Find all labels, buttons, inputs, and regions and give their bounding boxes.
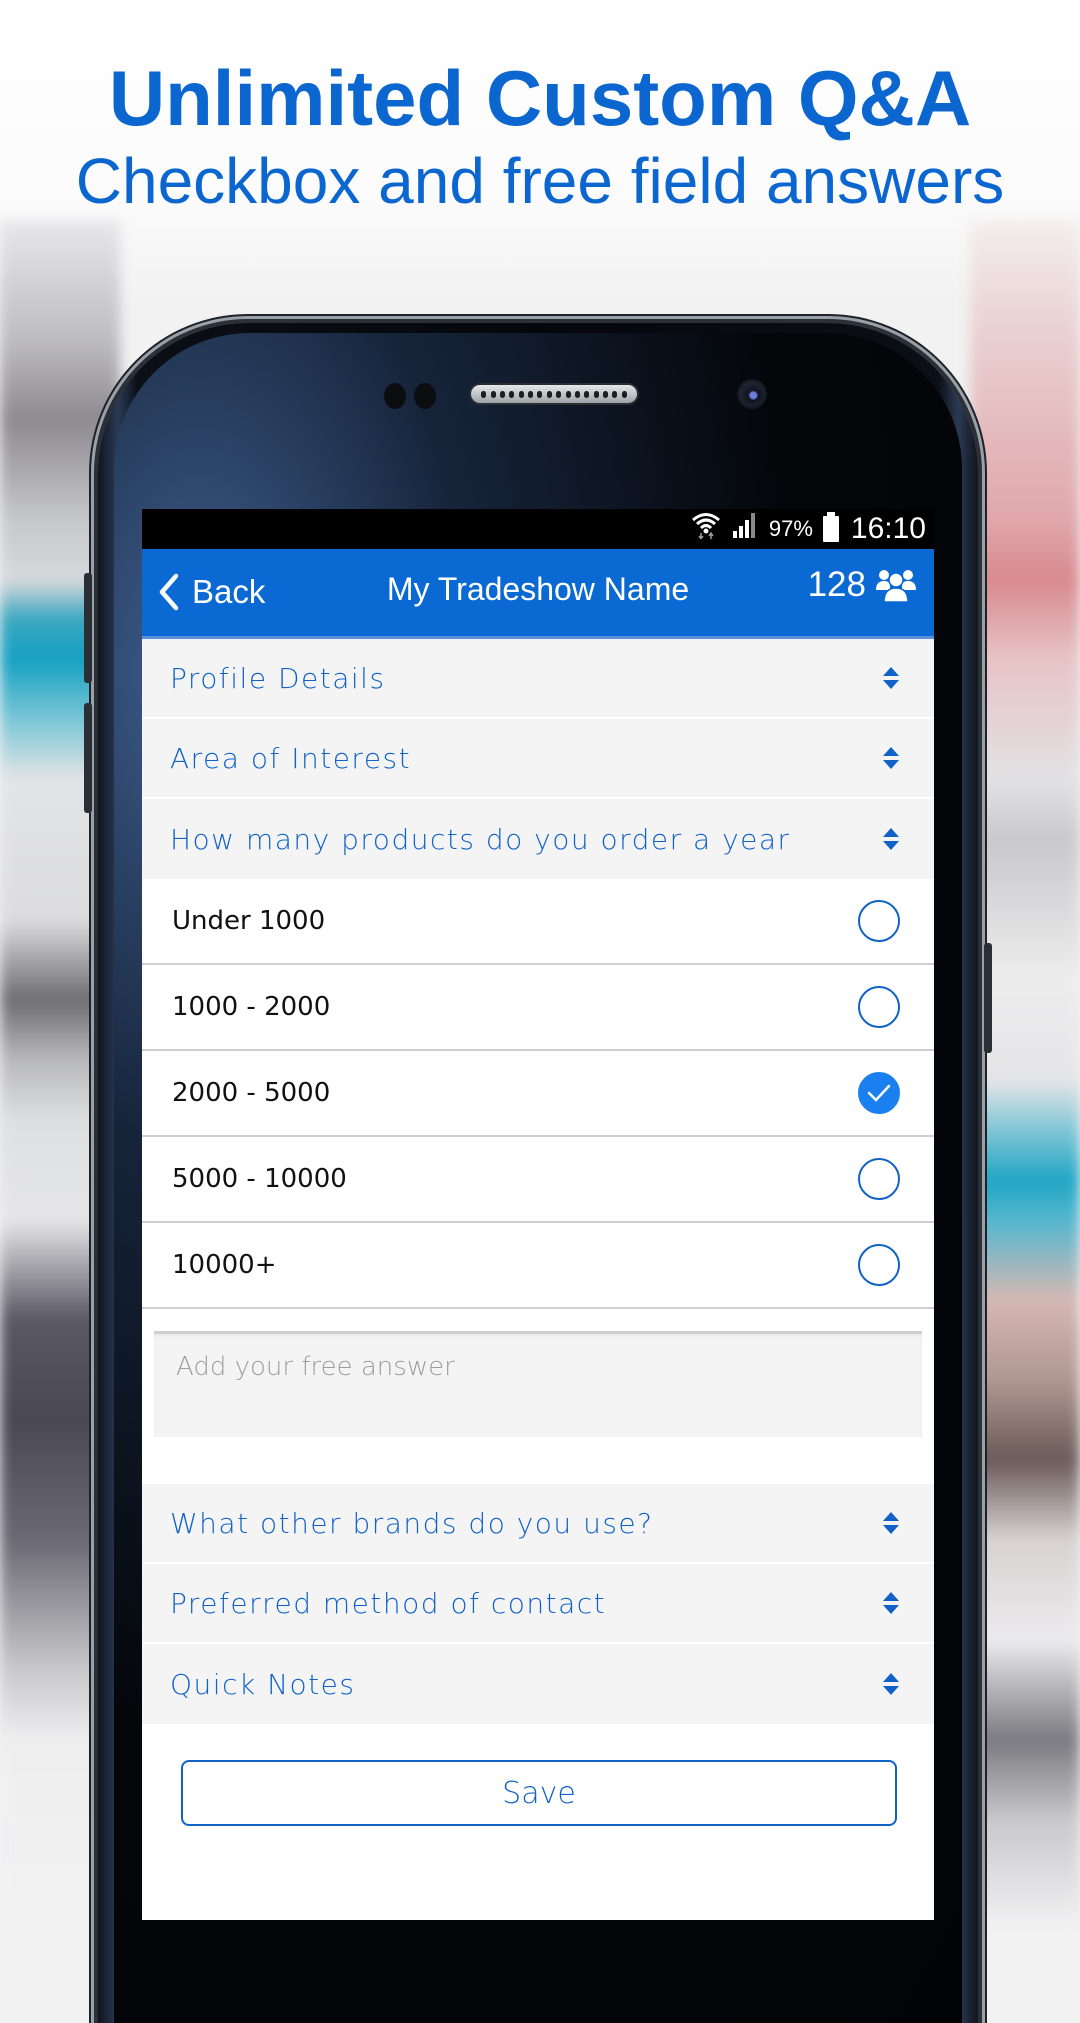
battery-icon [822,512,839,542]
sort-icon [883,1512,899,1534]
free-answer-input[interactable] [154,1331,922,1437]
front-camera [739,381,765,407]
sort-icon [883,667,899,689]
sections-top: Profile Details Area of Interest How man… [142,639,934,879]
section-products-per-year[interactable]: How many products do you order a year [142,799,934,879]
sort-icon [883,1673,899,1695]
option-row[interactable]: 10000+ [142,1223,934,1309]
option-label: 5000 - 10000 [172,1164,347,1194]
signal-icon [731,511,759,547]
headline-subtitle: Checkbox and free field answers [75,145,1005,217]
section-label: Quick Notes [170,1667,356,1701]
option-row[interactable]: Under 1000 [142,879,934,965]
section-label: What other brands do you use? [170,1506,654,1540]
light-sensor [414,383,436,409]
section-label: Preferred method of contact [170,1586,607,1620]
section-quick-notes[interactable]: Quick Notes [142,1644,934,1724]
wifi-icon [691,511,721,547]
volume-down-button [84,703,92,813]
battery-percent: 97% [768,516,813,541]
save-container: Save [142,1724,934,1826]
sections-bottom: What other brands do you use? Preferred … [142,1484,934,1724]
section-contact-method[interactable]: Preferred method of contact [142,1564,934,1644]
option-label: 1000 - 2000 [172,992,331,1022]
sort-icon [883,1592,899,1614]
option-label: 10000+ [172,1250,277,1280]
status-time: 16:10 [850,512,926,545]
headline-title: Unlimited Custom Q&A [108,54,972,142]
section-label: Profile Details [170,661,386,695]
attendee-count: 128 [807,565,866,604]
power-button [984,943,992,1053]
checkbox-checked[interactable] [858,1072,900,1114]
answer-options: Under 1000 1000 - 2000 2000 - 5000 5000 … [142,879,934,1309]
proximity-sensor [384,383,406,409]
status-bar: 97% 16:10 [142,509,934,549]
checkbox-unchecked[interactable] [858,900,900,942]
sort-icon [883,828,899,850]
section-label: Area of Interest [170,741,412,775]
background-blur-right [970,220,1080,1920]
app-header: Back My Tradeshow Name 128 [142,549,934,639]
sort-icon [883,747,899,769]
section-profile-details[interactable]: Profile Details [142,639,934,719]
option-label: 2000 - 5000 [172,1078,331,1108]
checkbox-unchecked[interactable] [858,986,900,1028]
section-area-of-interest[interactable]: Area of Interest [142,719,934,799]
users-group-icon [876,570,916,602]
free-answer-container [142,1309,934,1484]
attendee-counter[interactable]: 128 [808,565,916,605]
option-row[interactable]: 2000 - 5000 [142,1051,934,1137]
option-label: Under 1000 [172,906,326,936]
option-row[interactable]: 1000 - 2000 [142,965,934,1051]
app-screen: 97% 16:10 Back My Tradeshow Name 128 Pro… [142,509,934,1920]
save-button[interactable]: Save [181,1760,897,1826]
checkbox-unchecked[interactable] [858,1158,900,1200]
option-row[interactable]: 5000 - 10000 [142,1137,934,1223]
volume-up-button [84,573,92,683]
earpiece-speaker [471,385,637,403]
checkmark-icon [867,1084,891,1102]
section-label: How many products do you order a year [170,822,791,856]
checkbox-unchecked[interactable] [858,1244,900,1286]
section-other-brands[interactable]: What other brands do you use? [142,1484,934,1564]
promo-headline: Unlimited Custom Q&A Checkbox and free f… [0,56,1080,220]
